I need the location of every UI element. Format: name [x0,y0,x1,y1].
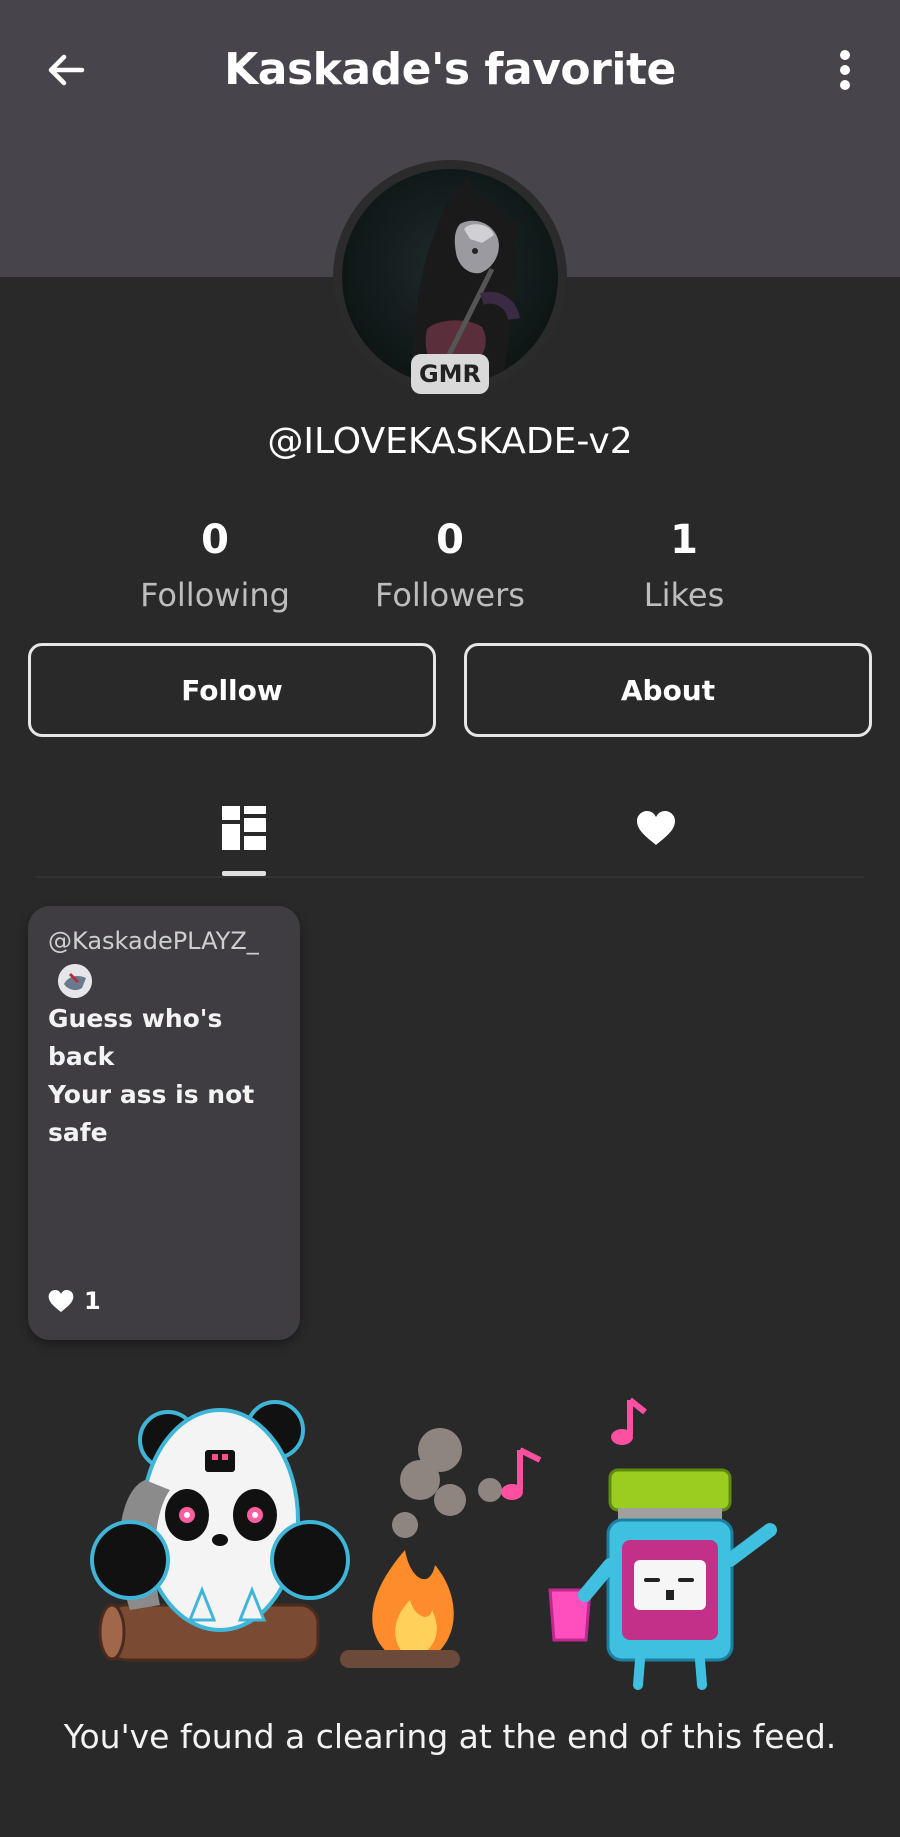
post-author[interactable]: @KaskadePLAYZ_ [48,924,288,958]
stat-following[interactable]: 0 Following [105,510,325,620]
tab-liked[interactable] [556,780,756,876]
more-options-button[interactable] [820,40,870,100]
profile-tabs [36,780,864,880]
stat-following-value: 0 [201,517,229,563]
role-badge: GMR [411,354,489,394]
page-title: Kaskade's favorite [224,44,676,95]
stat-followers[interactable]: 0 Followers [340,510,560,620]
back-button[interactable] [36,40,96,100]
stat-likes-label: Likes [643,576,725,614]
stat-followers-value: 0 [436,517,464,563]
end-of-feed-message: You've found a clearing at the end of th… [63,1717,837,1756]
heart-icon [637,811,675,845]
top-app-bar: Kaskade's favorite [0,0,900,134]
end-of-feed-illustration [90,1390,810,1690]
profile-stats: 0 Following 0 Followers 1 Likes [0,510,900,620]
post-text: Guess who's back Your ass is not safe [48,1004,255,1147]
about-button[interactable]: About [464,643,872,737]
tabs-divider [36,876,864,878]
tab-posts[interactable] [144,780,344,876]
grid-icon [222,806,266,850]
post-author-avatar [58,964,92,998]
stat-followers-label: Followers [375,576,525,614]
more-vertical-icon [840,50,850,90]
profile-username: @ILOVEKASKADE-v2 [267,421,633,462]
stat-likes-value: 1 [670,517,698,563]
avatar-image [342,169,558,385]
stat-likes[interactable]: 1 Likes [574,510,794,620]
post-card[interactable]: @KaskadePLAYZ_ Guess who's back Your ass… [28,906,300,1340]
post-like-count[interactable]: 1 [48,1284,101,1318]
follow-button[interactable]: Follow [28,643,436,737]
heart-icon [48,1289,74,1313]
stat-following-label: Following [140,576,290,614]
arrow-left-icon [48,54,85,86]
post-likes-value: 1 [84,1287,101,1315]
